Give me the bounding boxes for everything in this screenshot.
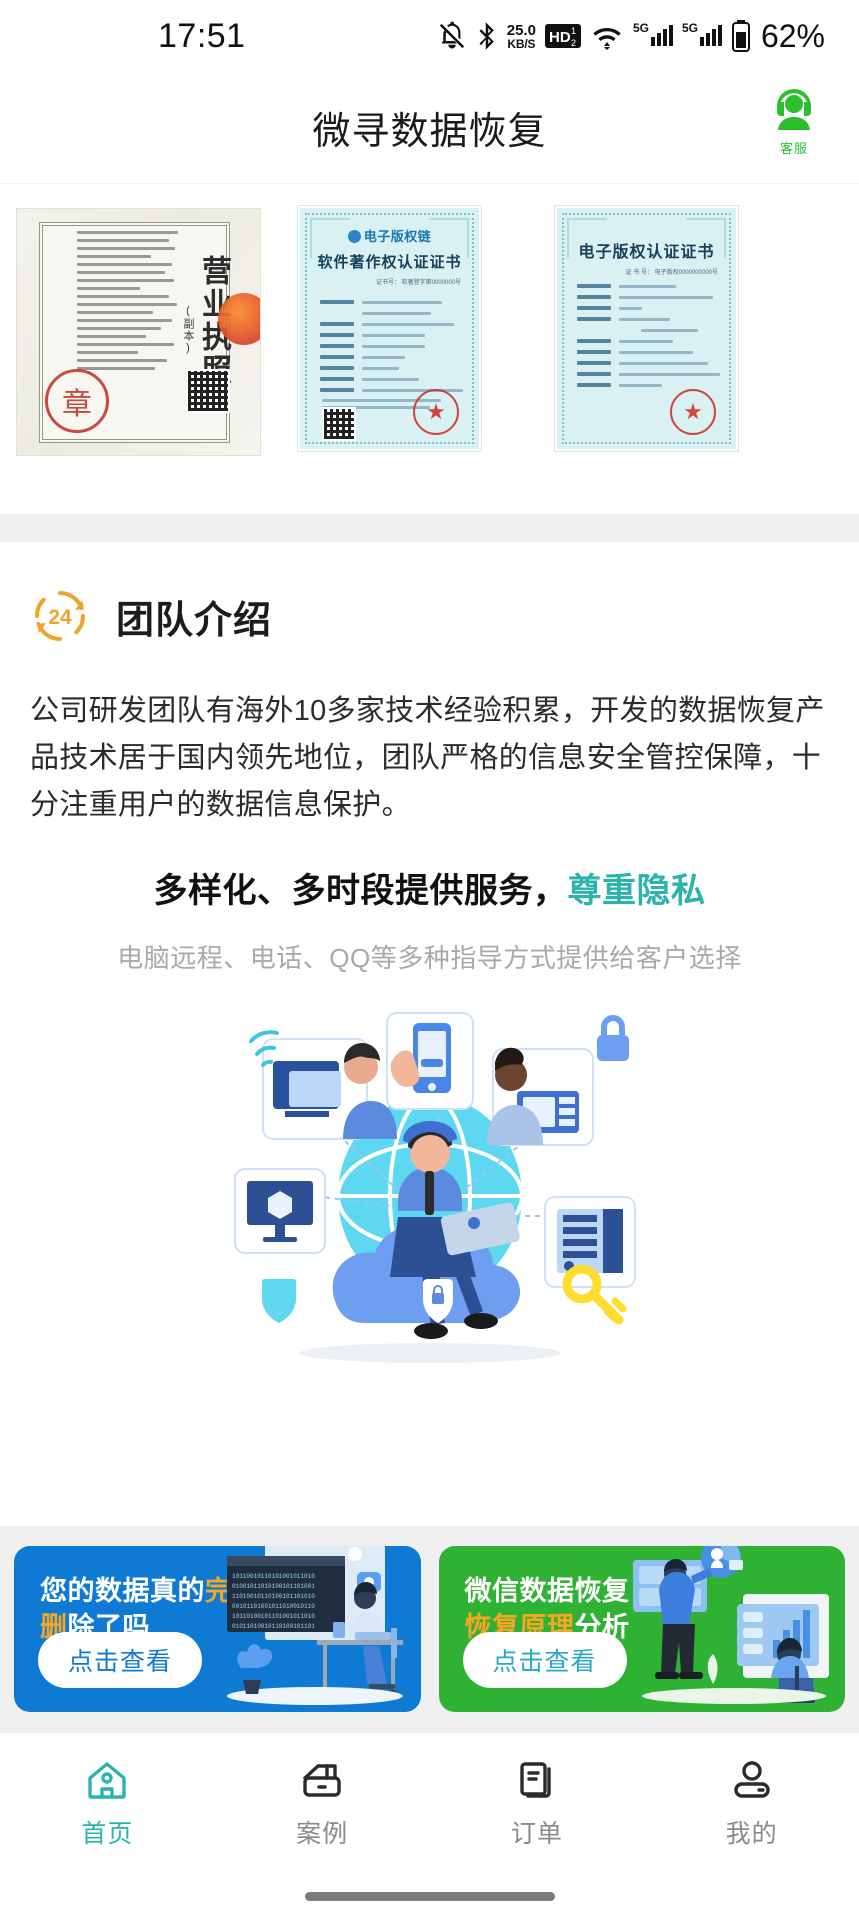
app-screen: 17:51 25.0 KB/S HD 1 2 5G 5G 62% 微寻数据恢复 … [0,0,859,1920]
cellular-5g-icon-1: 5G [633,21,673,51]
electronic-copyright-image: 电子版权认证证书 证 书 号： 电子版权0000000000号 ★ [554,205,739,452]
svg-text:10110010110101001011010: 10110010110101001011010 [232,1573,315,1580]
license-image: 营业执照 (副本) 章 [16,208,261,456]
24-hours-icon: 24 [30,586,90,646]
tab-orders[interactable]: 订单 [430,1756,645,1850]
page-title: 微寻数据恢复 [312,111,547,153]
customer-service-label: 客服 [779,141,808,156]
software-copyright-number: 证书号： 软著登字第0000000号 [375,280,461,286]
svg-text:00101101001011010010110: 00101101001011010010110 [232,1603,315,1610]
svg-text:1: 1 [571,26,576,36]
home-icon [83,1756,131,1804]
headset-icon [768,80,820,137]
software-copyright-title: 软件著作权认证证书 [317,254,462,271]
electronic-copyright-title: 电子版权认证证书 [578,244,715,261]
customer-service-button[interactable]: 客服 [757,80,831,157]
hd-voice-icon: HD 1 2 [544,22,581,50]
svg-text:2: 2 [571,38,576,48]
software-copyright-seal: ★ [413,389,459,435]
certificate-electronic-copyright[interactable]: 电子版权认证证书 证 书 号： 电子版权0000000000号 ★ [554,205,739,452]
certificate-business-license[interactable]: 营业执照 (副本) 章 [16,208,261,456]
promo-view-button[interactable]: 点击查看 [462,1632,627,1688]
mute-icon [437,21,467,51]
promo-section: 您的数据真的完全 删除了吗 点击查看 101100101101010010110… [0,1526,859,1732]
electronic-copyright-fields [577,284,720,394]
license-qr-code [186,369,230,413]
home-indicator [0,1872,859,1920]
license-seal: 章 [45,369,109,433]
service-subtitle: 电脑远程、电话、QQ等多种指导方式提供给客户选择 [117,942,742,973]
network-speed-icon: 25.0 KB/S [506,21,536,51]
tab-cases[interactable]: 案例 [215,1756,430,1850]
service-headline-main: 多样化、多时段提供服务， [153,871,568,910]
promo-view-button[interactable]: 点击查看 [38,1632,203,1688]
tab-orders-label: 订单 [510,1819,563,1848]
team-section: 24 团队介绍 公司研发团队有海外10多家技术经验积累，开发的数据恢复产品技术居… [0,542,859,1526]
briefcase-icon [298,1756,346,1804]
svg-text:24: 24 [48,606,72,629]
team-description: 公司研发团队有海外10多家技术经验积累，开发的数据恢复产品技术居于国内领先地位，… [30,695,825,821]
tab-profile-label: 我的 [725,1819,778,1848]
copyright-chain-logo: 电子版权链 [300,226,479,245]
software-copyright-image: 电子版权链 软件著作权认证证书 证书号： 软著登字第0000000号 ★ [297,205,482,452]
profile-icon [728,1756,776,1804]
license-subtitle: (副本) [182,305,194,355]
remote-support-illustration [215,1001,645,1371]
svg-text:01001011010100101101001: 01001011010100101101001 [232,1583,315,1590]
svg-text:10110100101101001011010: 10110100101101001011010 [232,1613,315,1620]
wifi-icon [590,21,624,51]
team-section-title: 团队介绍 [116,599,273,642]
promo-illustration-analysis [629,1546,839,1708]
license-stamp-icon [218,293,260,345]
tab-home-label: 首页 [81,1819,134,1848]
promo-card-wechat-recovery[interactable]: 微信数据恢复 恢复原理分析 点击查看 [438,1546,845,1712]
svg-text:11010010110100101101010: 11010010110100101101010 [232,1593,315,1600]
bottom-navigation[interactable]: 首页 案例 订单 我的 [0,1732,859,1872]
svg-text:01011010010110100101101: 01011010010110100101101 [232,1623,315,1630]
service-headline: 多样化、多时段提供服务，尊重隐私 [30,863,829,912]
illustration-wrap [30,1001,829,1371]
section-divider-top [0,514,859,542]
tab-profile[interactable]: 我的 [644,1756,859,1850]
electronic-copyright-seal: ★ [670,389,716,435]
svg-text:5G: 5G [633,21,649,35]
certificate-gallery[interactable]: 营业执照 (副本) 章 电子版权链 软件著作权认证证书 证书号： 软著登字第00… [0,184,859,514]
software-copyright-qr [322,407,356,441]
home-indicator-bar[interactable] [304,1891,555,1901]
bluetooth-icon [476,21,498,51]
certificate-software-copyright[interactable]: 电子版权链 软件著作权认证证书 证书号： 软著登字第0000000号 ★ [297,205,482,452]
battery-icon [731,20,751,52]
svg-text:5G: 5G [682,21,698,35]
svg-text:HD: HD [549,29,571,46]
tab-cases-label: 案例 [296,1819,349,1848]
electronic-copyright-number: 证 书 号： 电子版权0000000000号 [625,270,718,276]
promo-illustration-desk: 10110010110101001011010 0100101101010010… [205,1546,415,1708]
battery-percent: 62% [760,17,825,54]
status-bar: 17:51 25.0 KB/S HD 1 2 5G 5G 62% [0,0,859,72]
cellular-5g-icon-2: 5G [682,21,722,51]
status-bar-time: 17:51 [158,16,246,55]
orders-icon [513,1756,561,1804]
service-headline-accent: 尊重隐私 [567,871,706,910]
app-header: 微寻数据恢复 客服 [0,72,859,184]
tab-home[interactable]: 首页 [0,1756,215,1850]
software-copyright-fields [320,300,463,399]
promo-card-data-deletion[interactable]: 您的数据真的完全 删除了吗 点击查看 101100101101010010110… [14,1546,421,1712]
team-section-header: 24 团队介绍 [30,586,829,646]
status-bar-icons: 25.0 KB/S HD 1 2 5G 5G 62% [437,18,825,55]
